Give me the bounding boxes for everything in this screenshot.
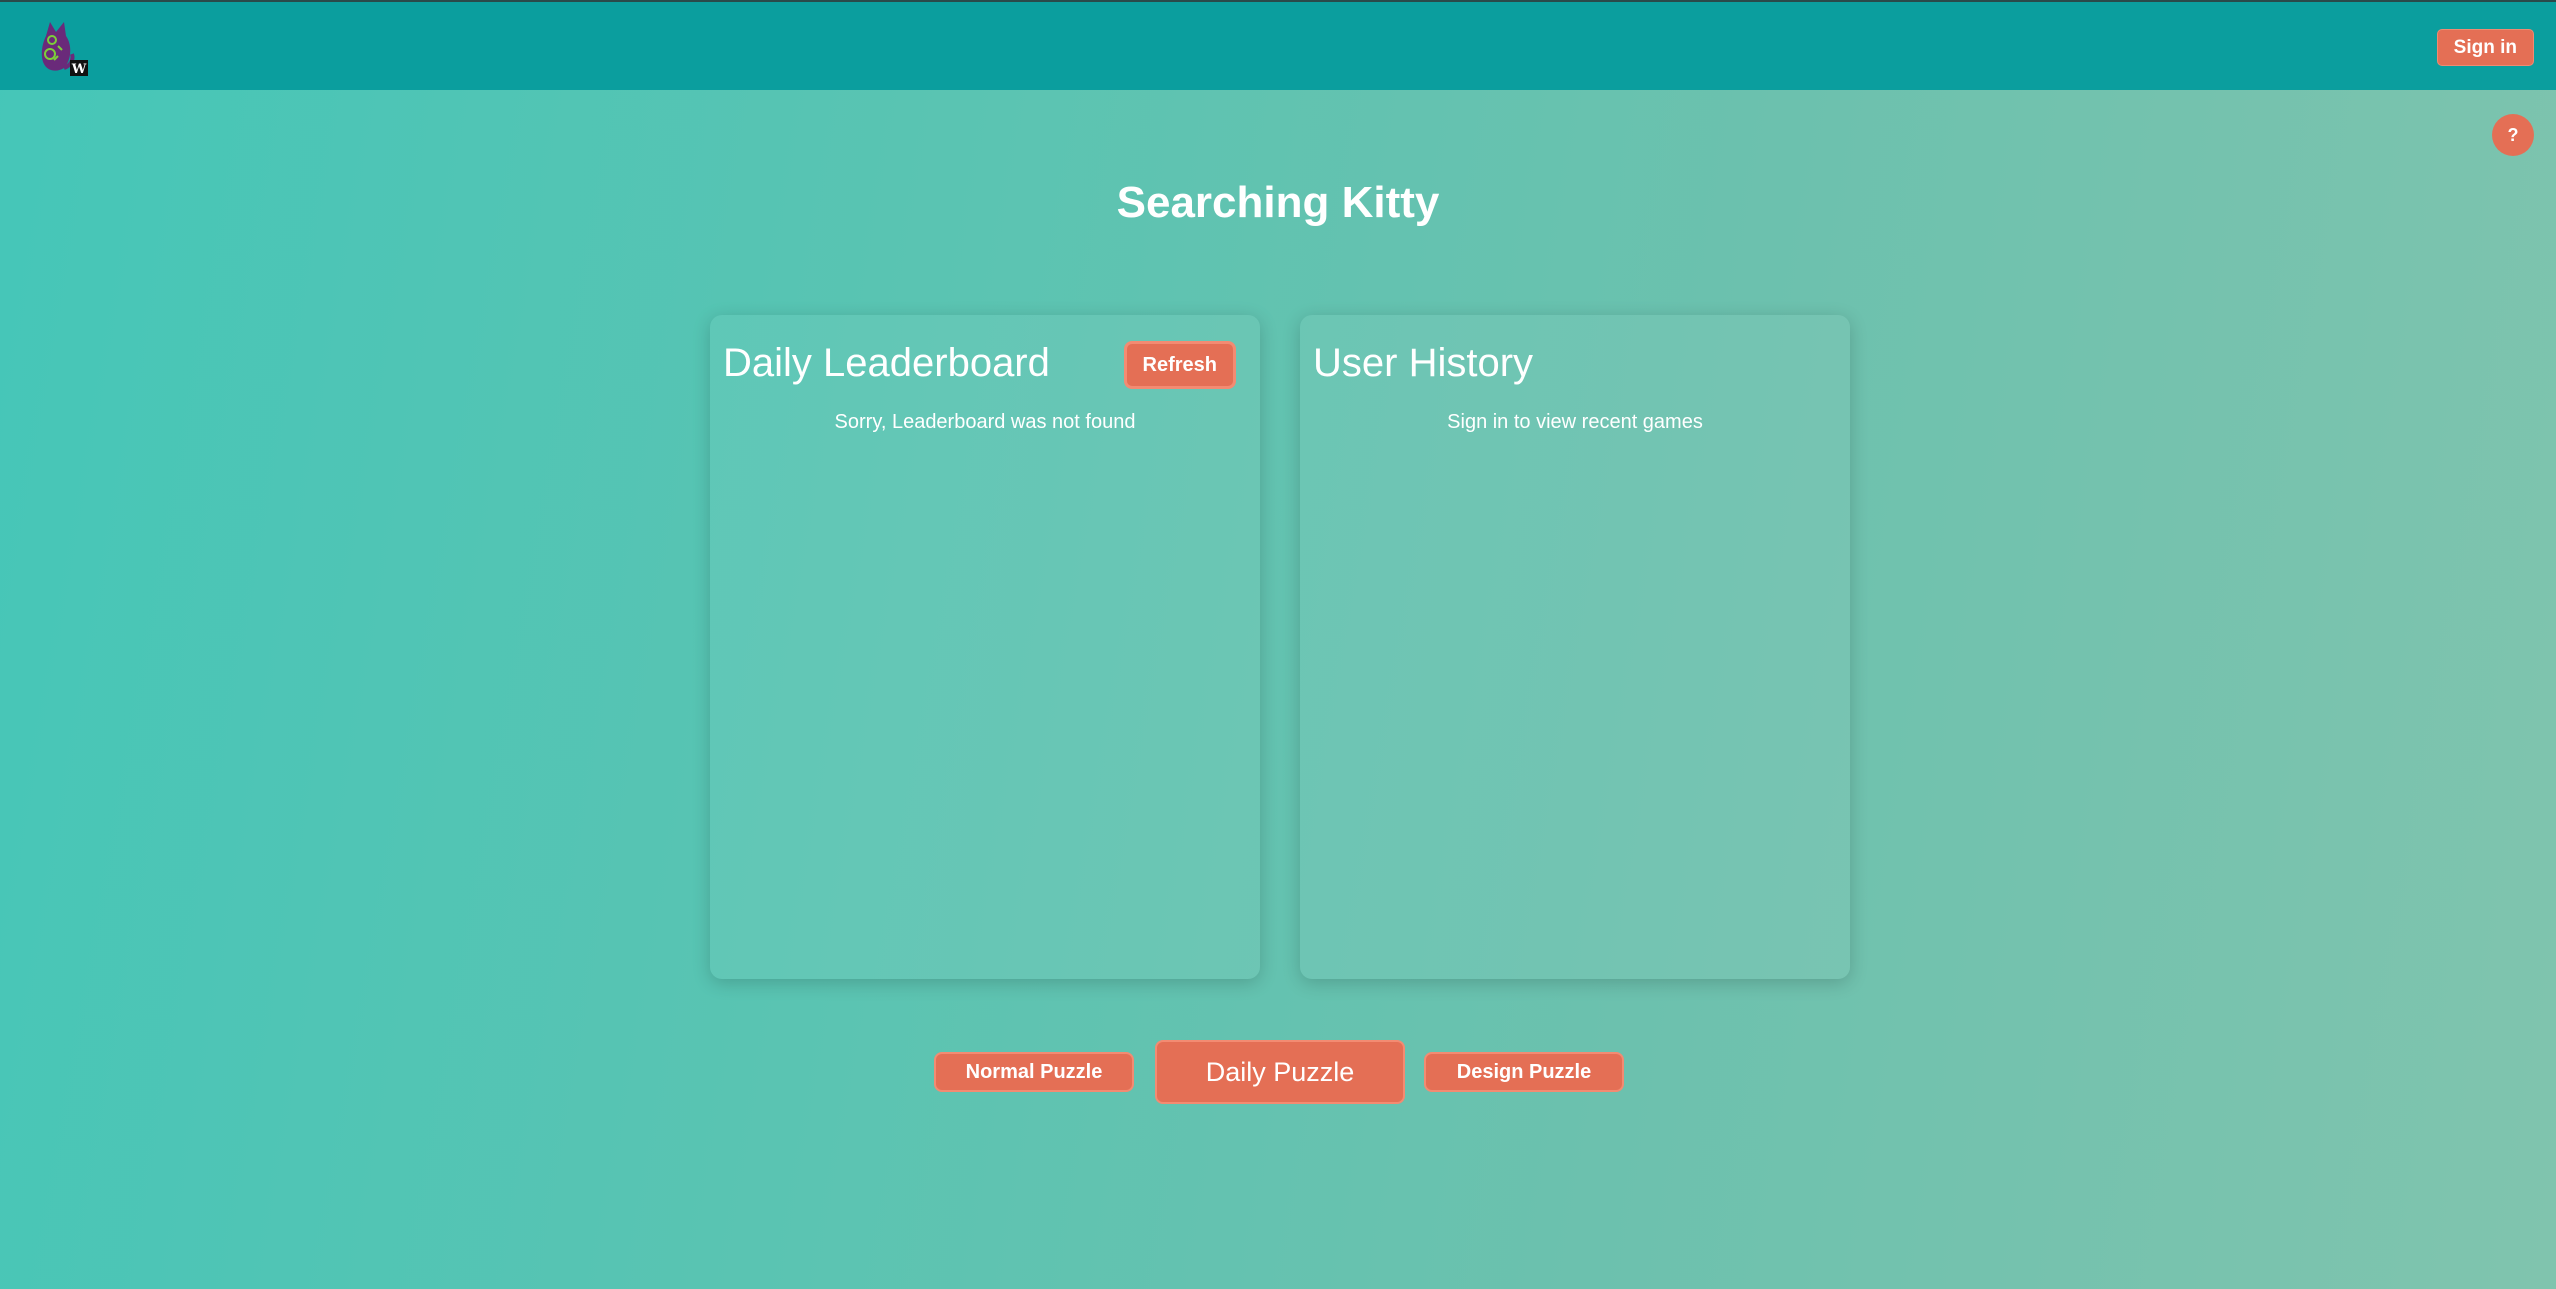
design-puzzle-button[interactable]: Design Puzzle xyxy=(1424,1052,1624,1092)
daily-puzzle-button[interactable]: Daily Puzzle xyxy=(1155,1040,1405,1104)
user-history-title: User History xyxy=(1313,341,1534,385)
user-history-message: Sign in to view recent games xyxy=(1447,411,1703,433)
leaderboard-title: Daily Leaderboard xyxy=(723,341,1050,385)
page-title: Searching Kitty xyxy=(1116,178,1440,227)
top-navbar: W Sign in xyxy=(0,0,2556,90)
kitty-logo-icon[interactable]: W xyxy=(36,16,92,78)
leaderboard-message: Sorry, Leaderboard was not found xyxy=(834,411,1136,433)
sign-in-button[interactable]: Sign in xyxy=(2436,29,2534,66)
svg-text:W: W xyxy=(71,62,87,77)
user-history-panel: User History Sign in to view recent game… xyxy=(1300,315,1850,979)
daily-leaderboard-panel: Daily Leaderboard Refresh Sorry, Leaderb… xyxy=(710,315,1260,979)
normal-puzzle-button[interactable]: Normal Puzzle xyxy=(934,1052,1134,1092)
help-button[interactable]: ? xyxy=(2492,114,2534,156)
refresh-button[interactable]: Refresh xyxy=(1123,341,1236,389)
